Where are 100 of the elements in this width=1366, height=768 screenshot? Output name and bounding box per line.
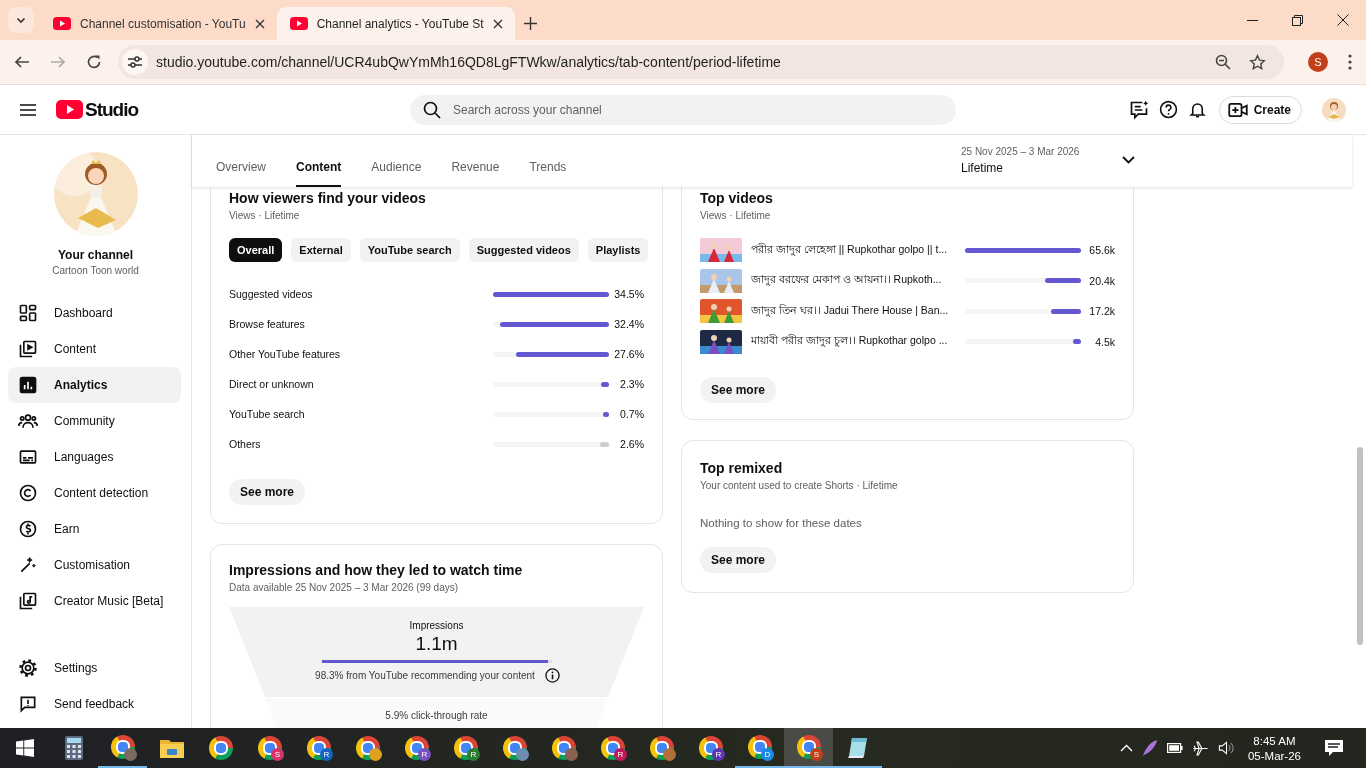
play-logo-icon bbox=[56, 100, 83, 119]
video-title[interactable]: জাদুর বরফের মেকাপ ও আয়না।। Rupkoth... bbox=[751, 272, 951, 290]
video-title[interactable]: পরীর জাদুর লেহেঙ্গা || Rupkothar golpo || t... bbox=[751, 241, 951, 259]
source-name: Others bbox=[229, 438, 262, 450]
nav-item[interactable]: Analytics bbox=[8, 367, 181, 403]
clock[interactable]: 8:45 AM 05-Mar-26 bbox=[1247, 734, 1301, 762]
nav-item[interactable]: Customisation bbox=[8, 547, 181, 583]
nav-item[interactable]: Content bbox=[8, 331, 181, 367]
info-icon[interactable] bbox=[544, 668, 560, 683]
filter-chip[interactable]: Playlists bbox=[587, 238, 649, 262]
feather-icon[interactable] bbox=[1141, 739, 1158, 757]
site-settings-icon[interactable] bbox=[122, 49, 148, 75]
menu-icon[interactable] bbox=[20, 103, 36, 116]
close-icon[interactable] bbox=[1337, 14, 1349, 26]
close-icon[interactable] bbox=[492, 18, 503, 29]
nav-item[interactable]: Send feedback bbox=[8, 686, 181, 722]
scrollbar-thumb[interactable] bbox=[1357, 447, 1363, 645]
more-icon[interactable] bbox=[1348, 54, 1352, 70]
nav-item[interactable]: Earn bbox=[8, 511, 181, 547]
chrome-icon bbox=[796, 735, 821, 759]
search-icon bbox=[423, 100, 441, 119]
profile-button[interactable]: S bbox=[1308, 52, 1328, 72]
help-icon[interactable] bbox=[1158, 100, 1178, 119]
taskbar-button[interactable]: R bbox=[392, 728, 441, 768]
reload-icon[interactable] bbox=[86, 54, 102, 70]
back-icon[interactable] bbox=[14, 54, 30, 70]
people-icon bbox=[18, 411, 38, 431]
card-subtitle: Data available 25 Nov 2025 – 3 Mar 2026 (99 days) bbox=[229, 582, 460, 593]
windows-logo-icon[interactable] bbox=[16, 739, 34, 757]
volume-icon[interactable] bbox=[1217, 740, 1235, 756]
zoom-icon[interactable] bbox=[1215, 54, 1231, 70]
taskbar-button[interactable]: S bbox=[245, 728, 294, 768]
filter-chip[interactable]: Suggested videos bbox=[468, 238, 579, 262]
taskbar-button[interactable]: R bbox=[686, 728, 735, 768]
card-title: Top remixed bbox=[700, 460, 784, 476]
browser-tab[interactable]: Channel analytics - YouTube St bbox=[276, 7, 515, 40]
chevron-up-icon[interactable] bbox=[1119, 744, 1133, 752]
magic-wand-icon bbox=[18, 555, 38, 575]
chrome-icon bbox=[257, 736, 282, 760]
video-library-icon bbox=[18, 339, 38, 359]
dollar-icon bbox=[18, 519, 38, 539]
letter-badge: R bbox=[712, 748, 725, 761]
nav-item[interactable]: Content detection bbox=[8, 475, 181, 511]
card-title: Impressions and how they led to watch time bbox=[229, 562, 524, 578]
subtitles-icon bbox=[18, 447, 38, 467]
letter-badge: R bbox=[467, 748, 480, 761]
chrome-icon bbox=[698, 736, 723, 760]
copyright-icon bbox=[18, 483, 38, 503]
see-more-button[interactable]: See more bbox=[229, 479, 306, 505]
analytics-tab[interactable]: Audience bbox=[371, 135, 422, 187]
source-name: YouTube search bbox=[229, 408, 306, 420]
card-subtitle: Views · Lifetime bbox=[229, 210, 301, 221]
restore-icon[interactable] bbox=[1292, 14, 1303, 26]
taskbar-button[interactable]: R bbox=[441, 728, 490, 768]
tab-list-button[interactable] bbox=[8, 7, 34, 33]
impressions-label: Impressions bbox=[409, 620, 464, 631]
nav-item[interactable]: Dashboard bbox=[8, 295, 181, 331]
date-range-picker[interactable]: 25 Nov 2025 – 3 Mar 2026 Lifetime bbox=[961, 135, 1135, 187]
card-title: How viewers find your videos bbox=[229, 190, 427, 206]
source-name: Direct or unknown bbox=[229, 378, 315, 390]
calculator-icon bbox=[64, 736, 83, 760]
taskbar-button[interactable]: S bbox=[784, 728, 833, 768]
analytics-tab[interactable]: Trends bbox=[529, 135, 567, 187]
source-value: 34.5% bbox=[613, 288, 644, 300]
star-icon[interactable] bbox=[1249, 53, 1266, 71]
message-sparkle-icon[interactable] bbox=[1128, 99, 1149, 120]
ctr-label: 5.9% click-through rate bbox=[385, 710, 488, 723]
video-title[interactable]: জাদুর তিন ঘর।। Jadui There House | Ban... bbox=[751, 302, 951, 320]
logo-text[interactable]: Studio bbox=[85, 98, 139, 121]
filter-chip[interactable]: YouTube search bbox=[359, 238, 460, 262]
browser-tab[interactable]: Channel customisation - YouTu bbox=[40, 7, 277, 40]
create-button[interactable]: Create bbox=[1218, 95, 1302, 124]
filter-chip[interactable]: External bbox=[291, 238, 351, 262]
analytics-tab[interactable]: Revenue bbox=[451, 135, 500, 187]
nav-item[interactable]: Settings bbox=[8, 650, 181, 686]
chrome-icon bbox=[208, 736, 233, 760]
filter-chip[interactable]: Overall bbox=[229, 238, 283, 262]
taskbar-button[interactable]: R bbox=[588, 728, 637, 768]
nav-item[interactable]: Creator Music [Beta] bbox=[8, 583, 181, 619]
analytics-tab[interactable]: Overview bbox=[216, 135, 266, 187]
nav-item[interactable]: Languages bbox=[8, 439, 181, 475]
play-logo-icon bbox=[289, 17, 308, 30]
battery-icon[interactable] bbox=[1166, 743, 1183, 753]
close-icon[interactable] bbox=[254, 18, 265, 29]
airplane-icon[interactable] bbox=[1191, 739, 1209, 757]
address-bar[interactable]: studio.youtube.com/channel/UCR4ubQwYmMh16QD8LgFTWkw/analytics/tab-content/period-lifetime bbox=[118, 45, 1284, 79]
impressions-value: 1.1m bbox=[415, 633, 458, 655]
see-more-button[interactable]: See more bbox=[700, 377, 777, 403]
see-more-button[interactable]: See more bbox=[700, 547, 777, 573]
video-title[interactable]: মায়াবী পরীর জাদুর চুল।। Rupkothar golpo ... bbox=[751, 333, 951, 351]
view-count: 4.5k bbox=[1094, 335, 1115, 348]
notification-center-icon[interactable] bbox=[1324, 739, 1344, 757]
search-field[interactable]: Search across your channel bbox=[410, 94, 956, 125]
view-count: 20.4k bbox=[1088, 274, 1115, 287]
settings-icon bbox=[18, 658, 38, 678]
chevron-down-icon bbox=[1122, 156, 1135, 164]
plus-icon[interactable] bbox=[523, 17, 537, 30]
nav-item[interactable]: Community bbox=[8, 403, 181, 439]
notification-icon[interactable] bbox=[1187, 100, 1207, 119]
taskbar-button[interactable]: R bbox=[294, 728, 343, 768]
